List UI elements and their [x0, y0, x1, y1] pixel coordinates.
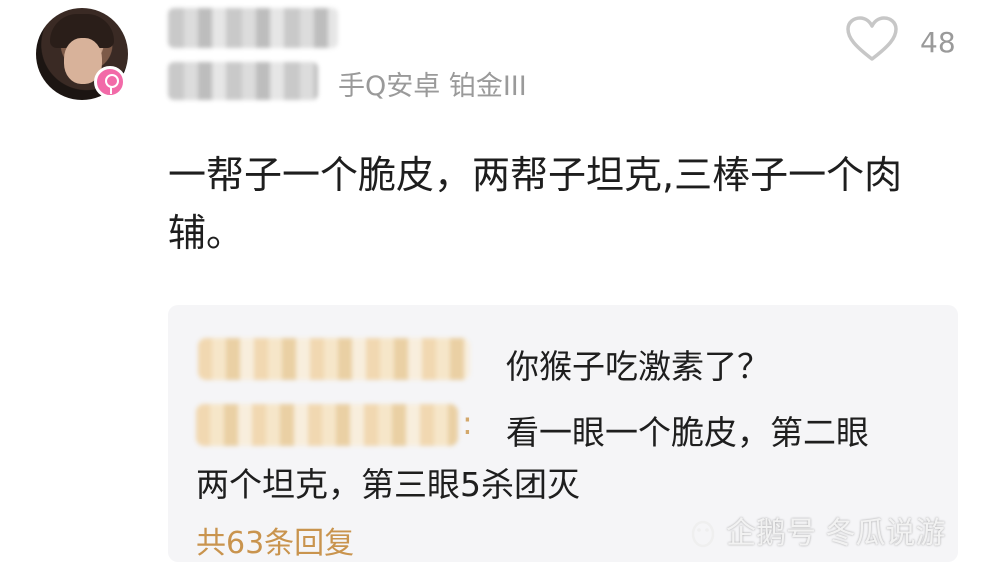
- username-blurred[interactable]: [168, 8, 338, 48]
- reply-text-line2: 两个坦克，第三眼5杀团灭: [196, 465, 580, 504]
- view-all-replies-link[interactable]: 共63条回复: [196, 518, 354, 562]
- watermark-text: 企鹅号 冬瓜说游: [726, 516, 946, 551]
- penguin-icon: [691, 520, 715, 548]
- heart-outline-icon[interactable]: [845, 16, 899, 62]
- like-count: 48: [920, 26, 956, 59]
- reply-colon: :: [462, 404, 473, 442]
- reply-text-line1: 看一眼一个脆皮，第二眼: [506, 413, 869, 452]
- device-rank-label: 手Q安卓 铂金III: [338, 71, 527, 102]
- comment-body: 一帮子一个脆皮，两帮子坦克,三棒子一个肉辅。: [168, 153, 903, 255]
- watermark: 企鹅号 冬瓜说游: [688, 508, 946, 552]
- reply-username-blurred[interactable]: [196, 404, 458, 446]
- reply-text: 你猴子吃激素了？: [506, 347, 770, 386]
- reply-username-blurred[interactable]: [198, 338, 470, 380]
- female-icon: [94, 66, 126, 98]
- user-extra-blurred: [168, 62, 318, 100]
